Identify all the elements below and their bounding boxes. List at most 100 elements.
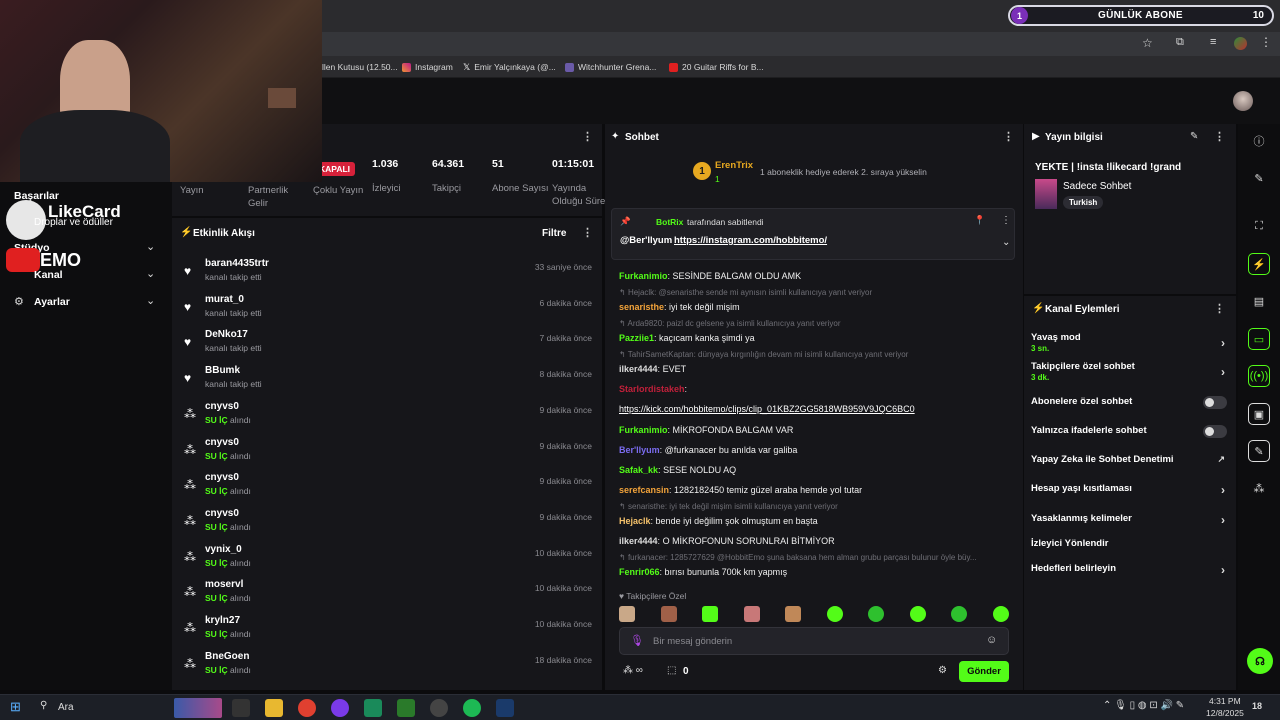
gear-icon[interactable]: ⚙ (938, 665, 947, 676)
chat-username[interactable]: serefcansin (619, 485, 669, 495)
more-icon[interactable]: ⋮ (582, 226, 593, 239)
activity-user[interactable]: cnyvs0 (205, 472, 239, 483)
chat-username[interactable]: senaristhe (619, 302, 664, 312)
more-icon[interactable]: ⋮ (1214, 130, 1225, 143)
activity-item[interactable]: ⁂ cnyvs0 SU İÇ alındı 9 dakika önce (172, 433, 602, 469)
extensions-icon[interactable]: ⧉ (1176, 36, 1184, 49)
gift-icon[interactable]: ⬚ (667, 665, 676, 676)
activity-user[interactable]: cnyvs0 (205, 401, 239, 412)
chevron-down-icon[interactable]: ⌄ (1002, 237, 1010, 248)
more-icon[interactable]: ⋮ (1001, 215, 1011, 226)
more-icon[interactable]: ⋮ (1214, 302, 1225, 315)
more-icon[interactable]: ⋮ (582, 130, 593, 143)
chat-username[interactable]: ilker4444 (619, 364, 658, 374)
pinned-link[interactable]: https://instagram.com/hobbitemo/ (674, 235, 827, 246)
bolt-icon[interactable]: ⚡ (1248, 253, 1270, 275)
star-icon[interactable]: ☆ (1142, 36, 1153, 50)
emote-icon[interactable] (951, 606, 968, 622)
activity-item[interactable]: ♥ murat_0 kanalı takip etti 6 dakika önce (172, 290, 602, 326)
bookmark-witchhunter[interactable]: Witchhunter Grena... (565, 56, 656, 78)
app-icon[interactable] (397, 699, 415, 717)
activity-item[interactable]: ⁂ cnyvs0 SU İÇ alındı 9 dakika önce (172, 504, 602, 540)
obs-icon[interactable] (430, 699, 448, 717)
activity-item[interactable]: ⁂ cnyvs0 SU İÇ alındı 9 dakika önce (172, 468, 602, 504)
emote-icon[interactable] (619, 606, 635, 622)
windows-icon[interactable]: ⊞ (10, 699, 21, 715)
channel-action-item[interactable]: Yavaş mod 3 sn. › (1031, 332, 1229, 353)
bookmark-youtube[interactable]: 20 Guitar Riffs for B... (669, 56, 764, 78)
notification-count[interactable]: 18 (1252, 701, 1262, 711)
chevron-down-icon[interactable]: ⌄ (146, 240, 155, 253)
activity-item[interactable]: ♥ DeNko17 kanalı takip etti 7 dakika önce (172, 325, 602, 361)
search-icon[interactable]: ⚲ (40, 700, 47, 711)
bookmark-x[interactable]: 𝕏 Emir Yalçınkaya (@... (463, 56, 556, 78)
activity-user[interactable]: BneGoen (205, 651, 249, 662)
chat-username[interactable]: Safak_kk (619, 465, 658, 475)
emote-icon[interactable] (660, 606, 677, 622)
menu-icon[interactable]: ⋮ (1260, 35, 1272, 49)
media-icon[interactable]: ≡ (1210, 36, 1216, 48)
activity-user[interactable]: baran4435trtr (205, 258, 269, 269)
chrome-icon[interactable] (298, 699, 316, 717)
toggle-switch[interactable] (1203, 425, 1227, 438)
search-highlight[interactable] (174, 698, 222, 718)
activity-user[interactable]: DeNko17 (205, 329, 248, 340)
channel-action-item[interactable]: Yalnızca ifadelerle sohbet (1031, 425, 1229, 438)
mic-icon[interactable]: 🎙 (630, 634, 644, 647)
chat-link[interactable]: https://kick.com/hobbitemo/clips/clip_01… (619, 403, 1014, 415)
activity-item[interactable]: ⁂ BneGoen SU İÇ alındı 18 dakika önce (172, 647, 602, 683)
activity-item[interactable]: ♥ BBumk kanalı takip etti 8 dakika önce (172, 361, 602, 397)
app-icon[interactable] (331, 699, 349, 717)
chat-icon[interactable]: ▭ (1248, 328, 1270, 350)
emote-icon[interactable] (868, 606, 885, 622)
activity-user[interactable]: vynix_0 (205, 544, 242, 555)
emote-icon[interactable] (702, 606, 719, 622)
chat-username[interactable]: Fenrir066 (619, 567, 660, 577)
pin-icon[interactable]: 📍 (974, 215, 985, 226)
emote-icon[interactable] (743, 606, 760, 622)
support-icon[interactable]: ☊ (1247, 648, 1273, 674)
emote-icon[interactable] (826, 606, 843, 622)
channel-action-item[interactable]: Yapay Zeka ile Sohbet Denetimi ↗ (1031, 454, 1229, 465)
profile-icon[interactable] (1234, 37, 1247, 50)
nav-settings[interactable]: Ayarlar (34, 296, 70, 308)
task-view-icon[interactable] (232, 699, 250, 717)
media-icon[interactable]: ▣ (1248, 403, 1270, 425)
activity-item[interactable]: ⁂ moservl SU İÇ alındı 10 dakika önce (172, 575, 602, 611)
nav-channel[interactable]: Kanal (34, 269, 63, 281)
users-icon[interactable]: ⁂ ∞ (623, 665, 643, 676)
edit-icon[interactable]: ✎ (1248, 167, 1270, 189)
channel-action-item[interactable]: İzleyici Yönlendir (1031, 538, 1229, 549)
chevron-down-icon[interactable]: ⌄ (146, 267, 155, 280)
bookmark-instagram[interactable]: Instagram (402, 56, 453, 78)
folder-icon[interactable] (265, 699, 283, 717)
chat-username[interactable]: Hejaclk (619, 516, 651, 526)
taskbar-search[interactable]: Ara (58, 702, 74, 713)
users-icon[interactable]: ⁂ (1248, 477, 1270, 499)
activity-item[interactable]: ⁂ cnyvs0 SU İÇ alındı 9 dakika önce (172, 397, 602, 433)
channel-action-item[interactable]: Takipçilere özel sohbet 3 dk. › (1031, 361, 1229, 382)
category-thumbnail[interactable] (1035, 179, 1057, 209)
channel-action-item[interactable]: Hesap yaşı kısıtlaması › (1031, 483, 1229, 497)
spotify-icon[interactable] (463, 699, 481, 717)
activity-user[interactable]: moservl (205, 579, 243, 590)
activity-item[interactable]: ♥ baran4435trtr kanalı takip etti 33 saniye… (172, 254, 602, 290)
activity-user[interactable]: kryln27 (205, 615, 240, 626)
chat-username[interactable]: Ber'llyum (619, 445, 660, 455)
channel-action-item[interactable]: Hedefleri belirleyin › (1031, 563, 1229, 577)
info-icon[interactable]: ⓘ (1248, 130, 1270, 152)
emoji-icon[interactable]: ☺ (986, 634, 997, 646)
steam-icon[interactable] (496, 699, 514, 717)
bookmark-mail[interactable]: llen Kutusu (12.50... (322, 56, 398, 78)
toggle-switch[interactable] (1203, 396, 1227, 409)
filter-button[interactable]: Filtre (542, 228, 566, 239)
chat-username[interactable]: Furkanimio (619, 425, 668, 435)
document-icon[interactable]: ▤ (1248, 290, 1270, 312)
broadcast-icon[interactable]: ((•)) (1248, 365, 1270, 387)
channel-action-item[interactable]: Abonelere özel sohbet (1031, 396, 1229, 409)
activity-user[interactable]: murat_0 (205, 294, 244, 305)
activity-user[interactable]: cnyvs0 (205, 437, 239, 448)
tray-icons[interactable]: ⌃ 🎙 ▯ ◍ ⊡ 🔊 ✎ (1103, 700, 1184, 711)
send-button[interactable]: Gönder (959, 661, 1009, 682)
activity-user[interactable]: cnyvs0 (205, 508, 239, 519)
